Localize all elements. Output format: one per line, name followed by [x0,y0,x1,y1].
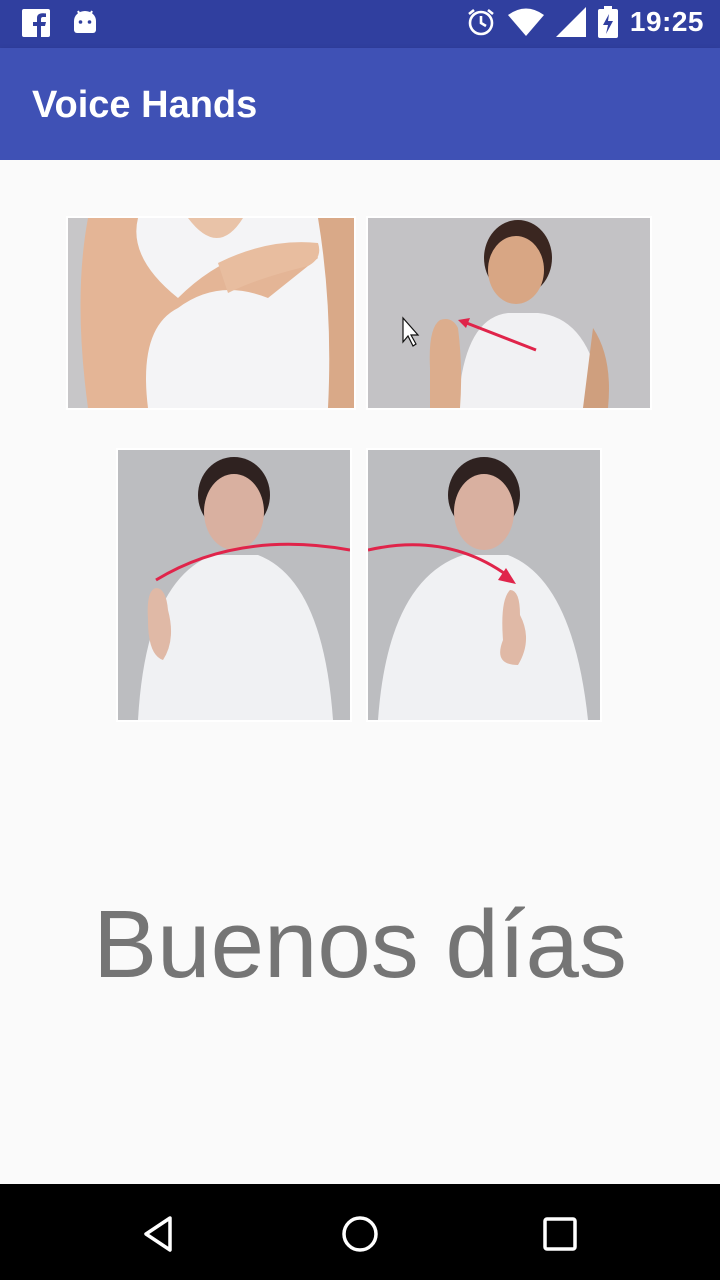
android-icon [74,10,96,33]
battery-charging-icon [597,6,618,38]
back-icon[interactable] [136,1210,184,1258]
sign-photo-4 [366,448,602,722]
sign-photo-2 [366,216,652,410]
status-time: 19:25 [629,6,704,37]
wifi-icon [507,8,544,36]
sign-photo-1 [66,216,356,410]
app-title: Voice Hands [32,84,258,126]
recents-icon[interactable] [536,1210,584,1258]
sign-illustration [66,216,656,728]
navigation-bar [0,1184,720,1280]
sign-photo-3 [116,448,352,722]
sign-text: Buenos días [93,891,627,998]
facebook-icon [22,9,50,37]
content-area: Buenos días [0,160,720,1184]
alarm-icon [468,8,494,36]
home-icon[interactable] [336,1210,384,1258]
status-bar: 19:25 [0,0,720,48]
signal-icon [555,7,586,37]
app-bar: Voice Hands [0,48,720,160]
